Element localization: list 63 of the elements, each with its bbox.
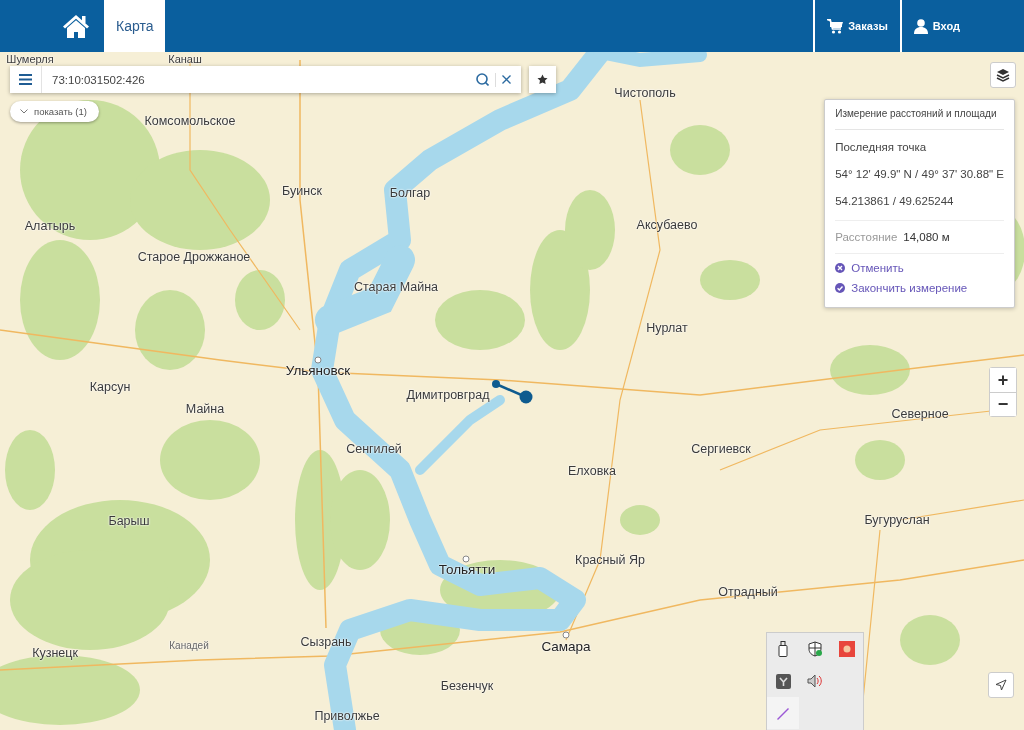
place-label: Шумерля [6,53,54,65]
menu-icon [19,74,32,85]
chevron-down-icon [20,109,28,114]
place-label: Буинск [282,184,322,198]
place-label: Майна [185,402,225,416]
layers-icon [996,68,1010,82]
search-icon [476,73,489,86]
place-label: Канадей [169,639,209,651]
panel-title: Измерение расстояний и площади [835,106,1004,130]
place-label: Димитровград [406,388,490,402]
place-label: Карсун [89,380,131,394]
user-icon [913,18,928,34]
cancel-link[interactable]: Отменить [835,254,904,277]
place-label: Аксубаево [636,218,698,232]
place-label: Сенгилей [346,442,402,456]
place-label: Елховка [568,464,616,478]
menu-button[interactable] [10,66,42,93]
place-label: Ульяновск [285,362,351,378]
distance-label: Расстояние [835,231,898,243]
cancel-icon [835,263,846,273]
place-label: Тольятти [438,561,496,577]
place-label: Сергиевск [691,442,751,456]
finish-link[interactable]: Закончить измерение [835,277,968,297]
city-marker [562,631,570,639]
coordinates-decimal: 54.213861 / 49.625244 [835,194,955,209]
star-icon [537,74,548,85]
distance-value: 14,080 м [903,231,950,243]
search-input[interactable]: 73:10:031502:426 [42,72,470,87]
city-marker [314,356,322,364]
cart-icon [827,18,844,34]
place-label: Приволжье [314,709,380,723]
home-icon [62,14,90,38]
map-tab[interactable]: Карта [104,0,166,52]
place-label: Северное [891,407,949,421]
place-label: Алатырь [24,219,76,233]
check-icon [835,283,846,293]
place-label: Старое Дрожжаное [137,250,251,264]
place-label: Самара [541,638,591,654]
place-label: Безенчук [440,679,494,693]
place-label: Канаш [168,53,202,65]
last-point-label: Последняя точка [835,140,928,155]
zoom-out-button[interactable]: − [990,392,1016,416]
place-label: Отрадный [718,585,778,599]
place-label: Сызрань [300,635,352,649]
place-label: Старая Майна [353,280,439,294]
place-label: Красный Яр [575,553,645,567]
navigation-arrow-icon [995,679,1007,691]
place-label: Чистополь [614,86,676,100]
locate-button[interactable] [988,672,1014,698]
layers-button[interactable] [990,62,1016,88]
coordinates-dms: 54° 12' 49.9" N / 49° 37' 30.88" E [835,167,1004,182]
search-field[interactable]: 73:10:031502:426 [10,66,521,93]
close-icon [502,75,511,84]
place-label: Барыш [108,514,150,528]
place-label: Комсомольское [144,114,236,128]
measure-line [492,380,533,404]
place-label: Кузнецк [32,646,78,660]
place-label: Бугуруслан [864,513,930,527]
favorite-button[interactable] [529,66,556,93]
place-label: Болгар [389,186,431,200]
show-results-button[interactable]: показать (1) [10,101,99,122]
place-label: Нурлат [646,321,688,335]
city-marker [462,555,470,563]
